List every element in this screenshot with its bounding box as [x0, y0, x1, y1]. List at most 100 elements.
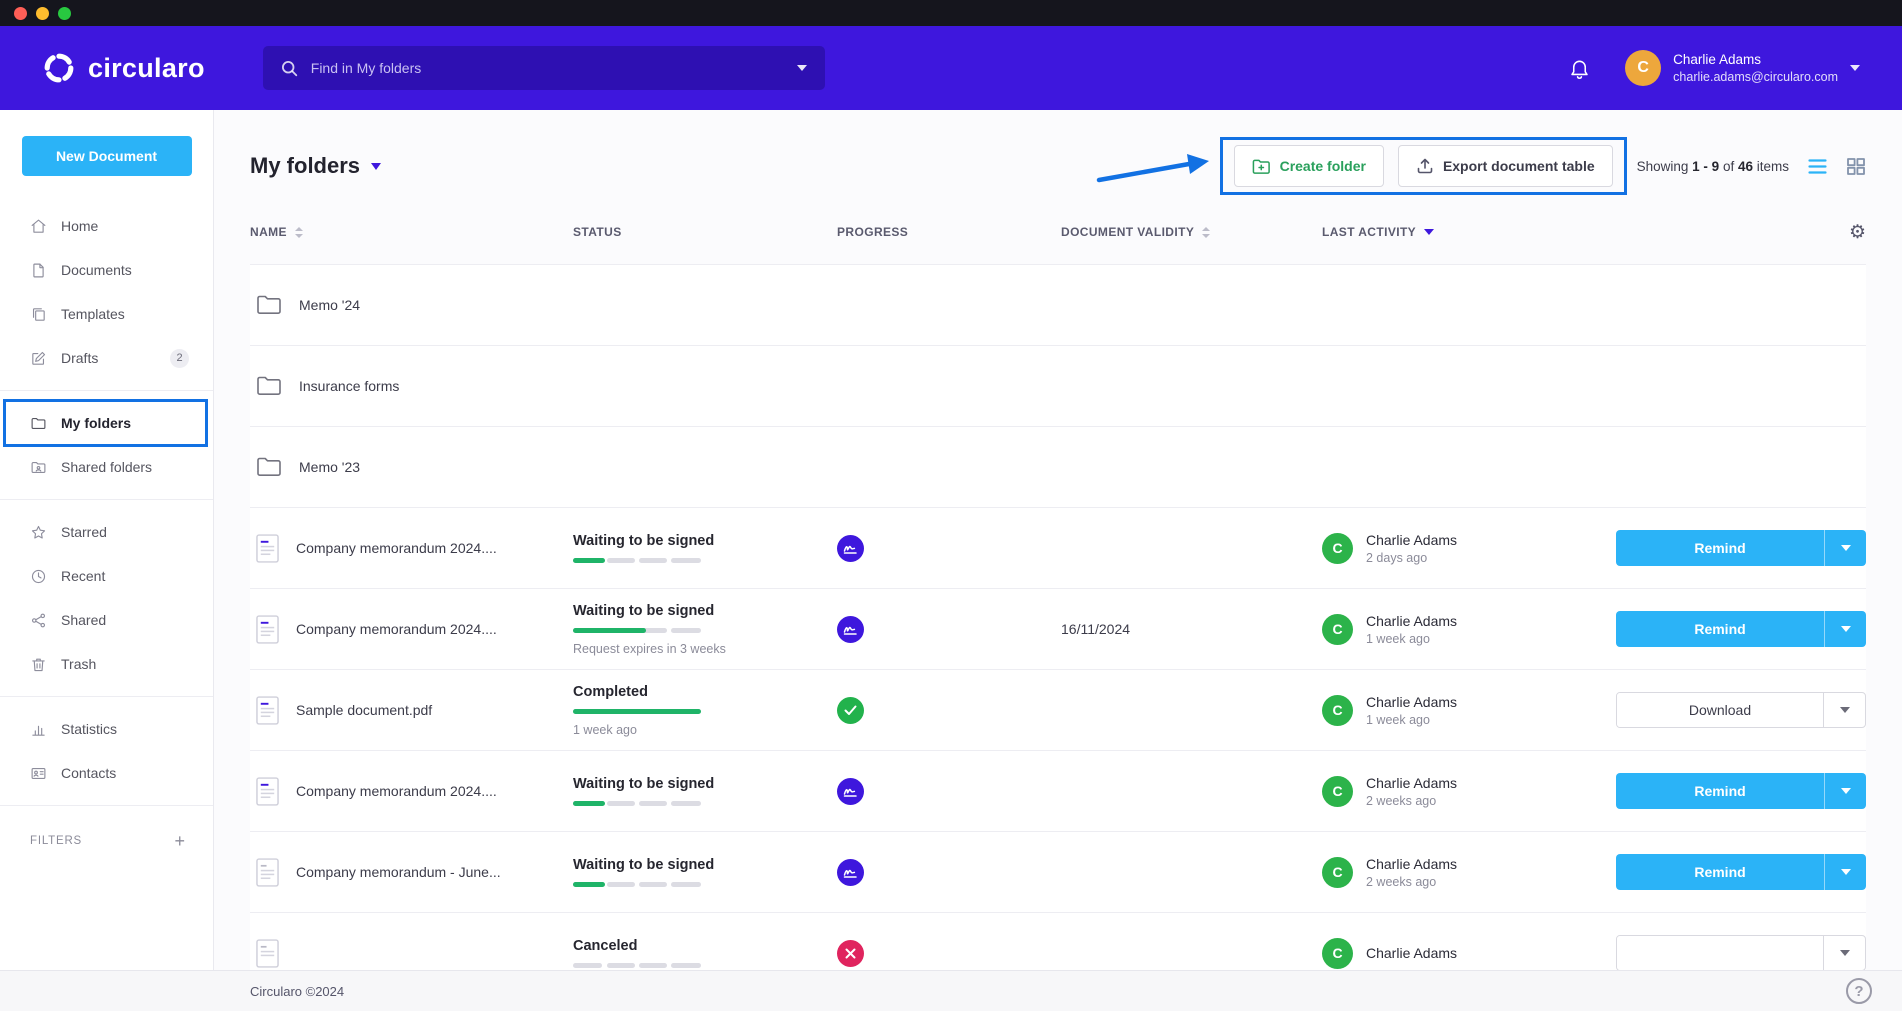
sidebar-item-documents[interactable]: Documents [0, 248, 213, 292]
remind-button[interactable]: Remind [1616, 611, 1824, 647]
table-row-document[interactable]: Company memorandum 2024.... Waiting to b… [250, 751, 1866, 832]
sidebar-item-shared[interactable]: Shared [0, 598, 213, 642]
document-name[interactable]: Company memorandum 2024.... [296, 540, 497, 556]
sidebar-item-statistics[interactable]: Statistics [0, 707, 213, 751]
column-header-document-validity[interactable]: DOCUMENT VALIDITY [1061, 225, 1322, 239]
notifications-button[interactable] [1568, 57, 1591, 80]
status-text: Waiting to be signed [573, 857, 837, 873]
status-text: Completed [573, 684, 837, 700]
action-dropdown-button[interactable] [1824, 773, 1866, 809]
folder-icon [256, 456, 282, 478]
document-thumbnail-icon [256, 777, 279, 806]
table-row-document[interactable]: Company memorandum 2024.... Waiting to b… [250, 508, 1866, 589]
table-row-folder[interactable]: Memo '24 [250, 265, 1866, 346]
sidebar-item-my-folders[interactable]: My folders [0, 401, 213, 445]
help-button[interactable]: ? [1846, 978, 1872, 1004]
last-activity-time: 1 week ago [1366, 632, 1457, 646]
app-header: circularo C Charlie Adams charlie.adams@… [0, 26, 1902, 110]
last-activity-time: 2 weeks ago [1366, 875, 1457, 889]
export-table-label: Export document table [1443, 158, 1595, 174]
download-button[interactable]: Download [1617, 693, 1823, 727]
avatar: C [1322, 857, 1353, 888]
sidebar-item-trash[interactable]: Trash [0, 642, 213, 686]
sidebar-item-drafts[interactable]: Drafts 2 [0, 336, 213, 380]
action-dropdown-button[interactable] [1824, 530, 1866, 566]
column-label: LAST ACTIVITY [1322, 225, 1416, 239]
app-logo-text: circularo [88, 53, 205, 84]
new-document-button[interactable]: New Document [22, 136, 192, 176]
table-row-document[interactable]: Company memorandum 2024.... Waiting to b… [250, 589, 1866, 670]
create-folder-button[interactable]: Create folder [1234, 145, 1384, 187]
avatar: C [1322, 776, 1353, 807]
remind-button[interactable]: Remind [1616, 773, 1824, 809]
sidebar-item-contacts[interactable]: Contacts [0, 751, 213, 795]
export-icon [1416, 157, 1434, 175]
avatar: C [1322, 938, 1353, 969]
sidebar-item-templates[interactable]: Templates [0, 292, 213, 336]
action-dropdown-button[interactable] [1823, 693, 1865, 727]
sort-icon [295, 227, 303, 238]
document-thumbnail-icon [256, 939, 279, 968]
draft-pencil-icon [30, 350, 47, 367]
folder-name[interactable]: Memo '23 [299, 459, 360, 475]
last-activity-actor: Charlie Adams [1366, 775, 1457, 791]
document-name[interactable]: Company memorandum 2024.... [296, 783, 497, 799]
window-zoom-button[interactable] [58, 7, 71, 20]
action-button[interactable] [1617, 936, 1823, 970]
sidebar-item-shared-folders[interactable]: Shared folders [0, 445, 213, 489]
column-header-name[interactable]: NAME [250, 225, 573, 239]
search-input[interactable] [311, 60, 784, 76]
sidebar-item-recent[interactable]: Recent [0, 554, 213, 598]
sidebar-item-label: Recent [61, 568, 105, 584]
sort-desc-icon [1424, 229, 1434, 235]
sidebar-item-label: Home [61, 218, 98, 234]
last-activity-actor: Charlie Adams [1366, 856, 1457, 872]
document-name[interactable]: Company memorandum 2024.... [296, 621, 497, 637]
sidebar: New Document Home Documents Templates Dr… [0, 110, 214, 1011]
remind-button[interactable]: Remind [1616, 530, 1824, 566]
window-close-button[interactable] [14, 7, 27, 20]
trash-icon [30, 656, 47, 673]
contacts-card-icon [30, 765, 47, 782]
bar-chart-icon [30, 721, 47, 738]
folder-name[interactable]: Insurance forms [299, 378, 399, 394]
table-row-folder[interactable]: Memo '23 [250, 427, 1866, 508]
last-activity-time: 2 weeks ago [1366, 794, 1457, 808]
sidebar-item-home[interactable]: Home [0, 204, 213, 248]
column-header-last-activity[interactable]: LAST ACTIVITY [1322, 225, 1616, 239]
document-validity: 16/11/2024 [1061, 621, 1322, 637]
action-dropdown-button[interactable] [1823, 936, 1865, 970]
window-minimize-button[interactable] [36, 7, 49, 20]
column-header-progress[interactable]: PROGRESS [837, 225, 1061, 239]
sidebar-item-starred[interactable]: Starred [0, 510, 213, 554]
folder-name[interactable]: Memo '24 [299, 297, 360, 313]
list-view-button[interactable] [1807, 157, 1828, 176]
avatar: C [1322, 614, 1353, 645]
action-dropdown-button[interactable] [1824, 611, 1866, 647]
sidebar-item-label: Contacts [61, 765, 116, 781]
user-menu[interactable]: C Charlie Adams charlie.adams@circularo.… [1625, 50, 1860, 86]
table-row-folder[interactable]: Insurance forms [250, 346, 1866, 427]
app-logo[interactable]: circularo [42, 51, 205, 85]
remind-button[interactable]: Remind [1616, 854, 1824, 890]
sidebar-item-label: Starred [61, 524, 107, 540]
search-scope-chevron-down-icon[interactable] [797, 65, 807, 71]
grid-view-button[interactable] [1846, 157, 1866, 176]
export-document-table-button[interactable]: Export document table [1398, 145, 1613, 187]
sidebar-divider [0, 499, 213, 500]
document-name[interactable]: Sample document.pdf [296, 702, 432, 718]
column-header-status[interactable]: STATUS [573, 225, 837, 239]
table-row-document[interactable]: Company memorandum - June... Waiting to … [250, 832, 1866, 913]
page-title[interactable]: My folders [250, 153, 381, 179]
user-name: Charlie Adams [1673, 51, 1838, 69]
add-filter-button[interactable]: + [174, 832, 185, 850]
signature-pending-icon [837, 616, 864, 643]
table-settings-gear-icon[interactable]: ⚙ [1849, 223, 1866, 242]
last-activity-actor: Charlie Adams [1366, 694, 1457, 710]
progress-bar [573, 882, 701, 887]
user-menu-chevron-down-icon [1850, 65, 1860, 71]
document-thumbnail-icon [256, 858, 279, 887]
table-row-document[interactable]: Sample document.pdf Completed 1 week ago… [250, 670, 1866, 751]
action-dropdown-button[interactable] [1824, 854, 1866, 890]
document-name[interactable]: Company memorandum - June... [296, 864, 501, 880]
